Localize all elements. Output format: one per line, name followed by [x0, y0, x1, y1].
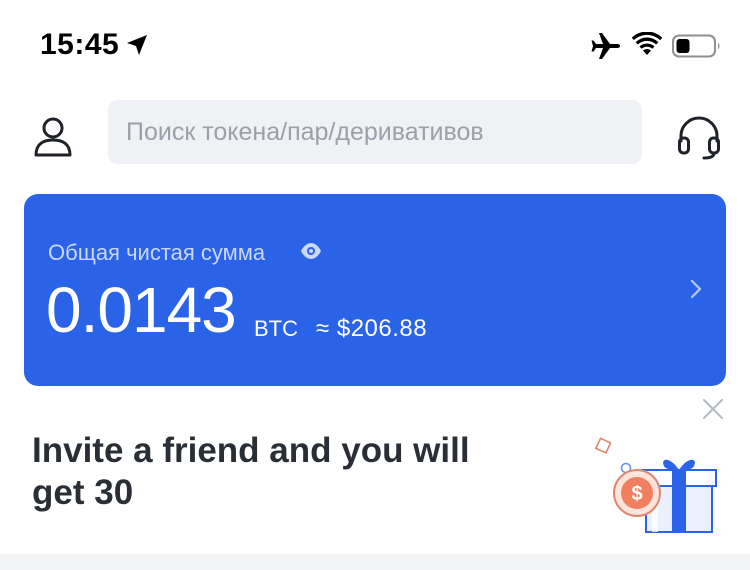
balance-card[interactable]: Общая чистая сумма 0.0143 BTC ≈ $206.88 [24, 194, 726, 386]
user-icon[interactable] [30, 114, 76, 160]
wifi-icon [632, 32, 662, 55]
search-placeholder: Поиск токена/пар/деривативов [126, 117, 484, 146]
headset-icon[interactable] [676, 114, 722, 160]
airplane-icon [591, 33, 620, 59]
location-arrow-icon [127, 35, 147, 55]
eye-icon[interactable] [300, 242, 322, 260]
status-bar: 15:45 [0, 0, 750, 88]
chevron-right-icon [690, 279, 702, 299]
dollar-coin-icon: $ [613, 469, 661, 517]
section-divider [0, 554, 750, 570]
balance-usd-equivalent: ≈ $206.88 [316, 315, 428, 342]
invite-banner[interactable]: Invite a friend and you will get 30 $ [0, 392, 750, 554]
status-time: 15:45 [40, 28, 120, 61]
balance-label: Общая чистая сумма [48, 240, 266, 265]
battery-icon [672, 34, 720, 58]
balance-unit: BTC [254, 316, 298, 341]
balance-amount: 0.0143 [46, 274, 237, 346]
invite-text: Invite a friend and you will get 30 [32, 431, 470, 512]
svg-text:$: $ [631, 483, 642, 505]
search-input[interactable]: Поиск токена/пар/деривативов [108, 100, 642, 164]
